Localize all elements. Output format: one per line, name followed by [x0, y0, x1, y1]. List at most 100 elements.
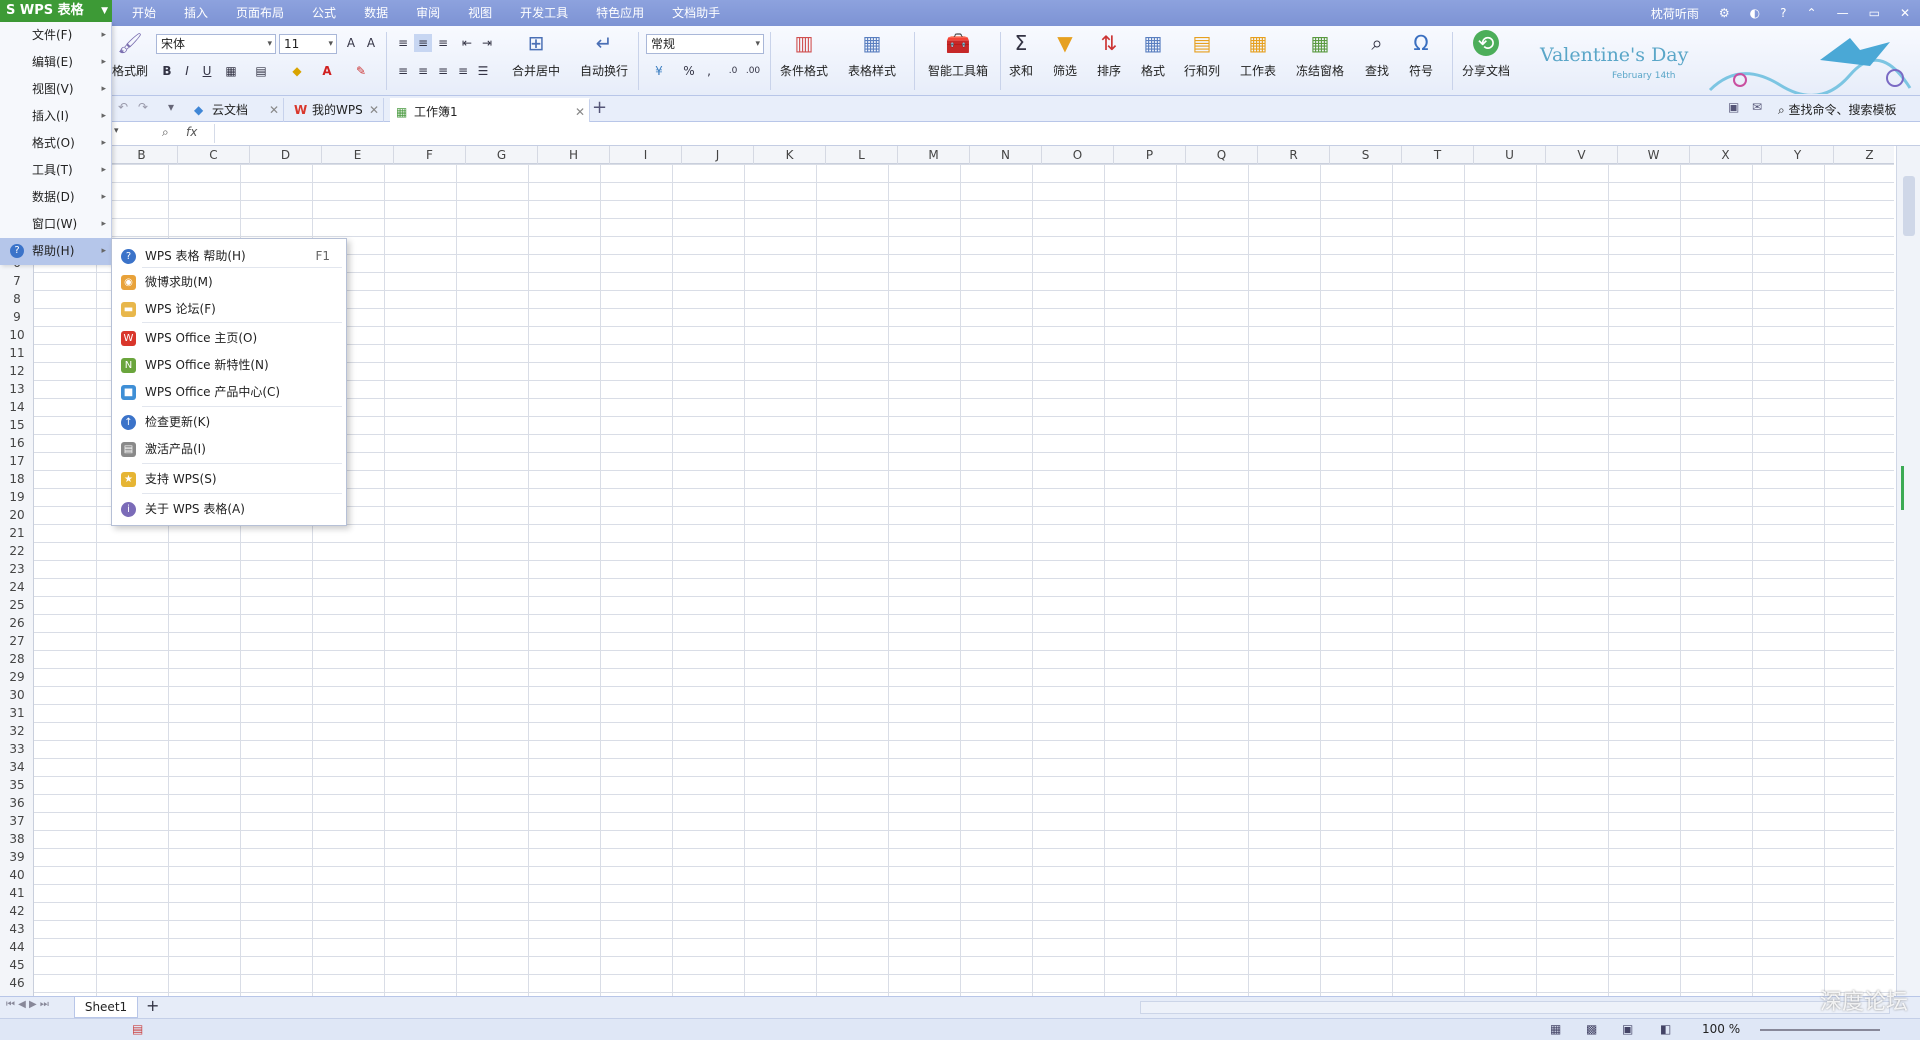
collapse-ribbon-icon[interactable]: ⌃: [1797, 6, 1827, 20]
menu-tab-0[interactable]: 开始: [118, 0, 170, 26]
increase-decimal-icon[interactable]: .0: [724, 62, 742, 80]
row-header[interactable]: 28: [0, 650, 34, 668]
symbol-button[interactable]: Ω 符号: [1408, 30, 1434, 79]
screen-icon[interactable]: ▣: [1728, 100, 1739, 114]
column-header[interactable]: O: [1042, 146, 1114, 164]
indent-decrease-icon[interactable]: ⇤: [458, 34, 476, 52]
vertical-scrollbar[interactable]: [1896, 146, 1920, 996]
percent-icon[interactable]: %: [680, 62, 698, 80]
row-header[interactable]: 10: [0, 326, 34, 344]
row-header[interactable]: 19: [0, 488, 34, 506]
row-header[interactable]: 21: [0, 524, 34, 542]
shrink-font-icon[interactable]: A: [362, 34, 380, 52]
row-header[interactable]: 23: [0, 560, 34, 578]
minimize-button[interactable]: —: [1827, 6, 1859, 20]
row-header[interactable]: 12: [0, 362, 34, 380]
column-header[interactable]: N: [970, 146, 1042, 164]
column-header[interactable]: X: [1690, 146, 1762, 164]
column-header[interactable]: M: [898, 146, 970, 164]
close-tab-icon[interactable]: ✕: [269, 98, 279, 122]
app-menu-item-6[interactable]: 数据(D) ▸: [0, 184, 112, 211]
column-header[interactable]: I: [610, 146, 682, 164]
close-tab-icon[interactable]: ✕: [369, 98, 379, 122]
app-menu-item-2[interactable]: 视图(V) ▸: [0, 76, 112, 103]
share-document-button[interactable]: ⟲ 分享文档: [1462, 30, 1510, 79]
row-header[interactable]: 45: [0, 956, 34, 974]
quick-access-chevron-icon[interactable]: ▾: [168, 100, 174, 114]
row-header[interactable]: 39: [0, 848, 34, 866]
column-header[interactable]: F: [394, 146, 466, 164]
menu-tab-2[interactable]: 页面布局: [222, 0, 298, 26]
app-menu-button[interactable]: S WPS 表格 ▼: [0, 0, 112, 22]
help-menu-item-0[interactable]: ? WPS 表格 帮助(H) F1: [112, 243, 346, 269]
currency-icon[interactable]: ¥: [650, 62, 668, 80]
app-menu-item-1[interactable]: 编辑(E) ▸: [0, 49, 112, 76]
column-header[interactable]: Z: [1834, 146, 1894, 164]
number-format-select[interactable]: 常规: [646, 34, 764, 54]
find-button[interactable]: ⌕ 查找: [1364, 30, 1390, 79]
row-header[interactable]: 18: [0, 470, 34, 488]
row-header[interactable]: 15: [0, 416, 34, 434]
row-header[interactable]: 44: [0, 938, 34, 956]
undo-icon[interactable]: ↶: [118, 100, 128, 114]
scroll-thumb[interactable]: [1903, 176, 1915, 236]
row-header[interactable]: 37: [0, 812, 34, 830]
fill-color-icon[interactable]: ◆: [288, 62, 306, 80]
page-break-view-icon[interactable]: ▩: [1586, 1022, 1597, 1036]
column-header[interactable]: U: [1474, 146, 1546, 164]
format-painter-button[interactable]: 🖌 格式刷: [112, 30, 148, 79]
help-menu-item-3[interactable]: W WPS Office 主页(O): [112, 325, 346, 351]
menu-tab-9[interactable]: 文档助手: [658, 0, 734, 26]
font-color-icon[interactable]: A: [318, 62, 336, 80]
name-box-chevron-icon[interactable]: ▾: [114, 126, 119, 136]
row-header[interactable]: 33: [0, 740, 34, 758]
grow-font-icon[interactable]: A: [342, 34, 360, 52]
row-header[interactable]: 22: [0, 542, 34, 560]
app-menu-item-7[interactable]: 窗口(W) ▸: [0, 211, 112, 238]
row-header[interactable]: 20: [0, 506, 34, 524]
distributed-icon[interactable]: ☰: [474, 62, 492, 80]
merge-cells-icon[interactable]: ▤: [252, 62, 270, 80]
menu-tab-1[interactable]: 插入: [170, 0, 222, 26]
row-header[interactable]: 13: [0, 380, 34, 398]
reading-mode-icon[interactable]: ▣: [1622, 1022, 1633, 1036]
app-menu-item-3[interactable]: 插入(I) ▸: [0, 103, 112, 130]
column-header[interactable]: B: [106, 146, 178, 164]
align-top-icon[interactable]: ≡: [394, 34, 412, 52]
row-header[interactable]: 46: [0, 974, 34, 992]
app-menu-item-5[interactable]: 工具(T) ▸: [0, 157, 112, 184]
row-header[interactable]: 41: [0, 884, 34, 902]
zoom-slider[interactable]: [1760, 1029, 1880, 1031]
column-header[interactable]: T: [1402, 146, 1474, 164]
menu-tab-8[interactable]: 特色应用: [582, 0, 658, 26]
conditional-format-button[interactable]: ▥ 条件格式: [780, 30, 828, 79]
menu-tab-6[interactable]: 视图: [454, 0, 506, 26]
row-header[interactable]: 35: [0, 776, 34, 794]
redo-icon[interactable]: ↷: [138, 100, 148, 114]
align-left-icon[interactable]: ≡: [394, 62, 412, 80]
menu-tab-7[interactable]: 开发工具: [506, 0, 582, 26]
column-header[interactable]: D: [250, 146, 322, 164]
smart-toolbox-button[interactable]: 🧰 智能工具箱: [928, 30, 988, 79]
align-right-icon[interactable]: ≡: [434, 62, 452, 80]
merge-center-button[interactable]: ⊞ 合并居中: [512, 30, 560, 79]
help-menu-item-7[interactable]: ▤ 激活产品(I): [112, 436, 346, 462]
horizontal-scrollbar[interactable]: [1140, 1001, 1890, 1014]
column-header[interactable]: K: [754, 146, 826, 164]
column-header[interactable]: V: [1546, 146, 1618, 164]
column-header[interactable]: E: [322, 146, 394, 164]
row-header[interactable]: 27: [0, 632, 34, 650]
align-center-icon[interactable]: ≡: [414, 62, 432, 80]
column-header[interactable]: L: [826, 146, 898, 164]
underline-button[interactable]: U: [198, 62, 216, 80]
doc-tab-2[interactable]: ▦ 工作簿1 ✕: [390, 98, 590, 122]
font-size-select[interactable]: 11: [279, 34, 337, 54]
wrap-text-button[interactable]: ↵ 自动换行: [580, 30, 628, 79]
row-header[interactable]: 32: [0, 722, 34, 740]
comma-icon[interactable]: ,: [700, 62, 718, 80]
menu-tab-4[interactable]: 数据: [350, 0, 402, 26]
eye-protection-icon[interactable]: ◧: [1660, 1022, 1671, 1036]
row-header[interactable]: 43: [0, 920, 34, 938]
fx-icon[interactable]: fx: [186, 125, 197, 139]
help-menu-item-5[interactable]: ■ WPS Office 产品中心(C): [112, 379, 346, 405]
